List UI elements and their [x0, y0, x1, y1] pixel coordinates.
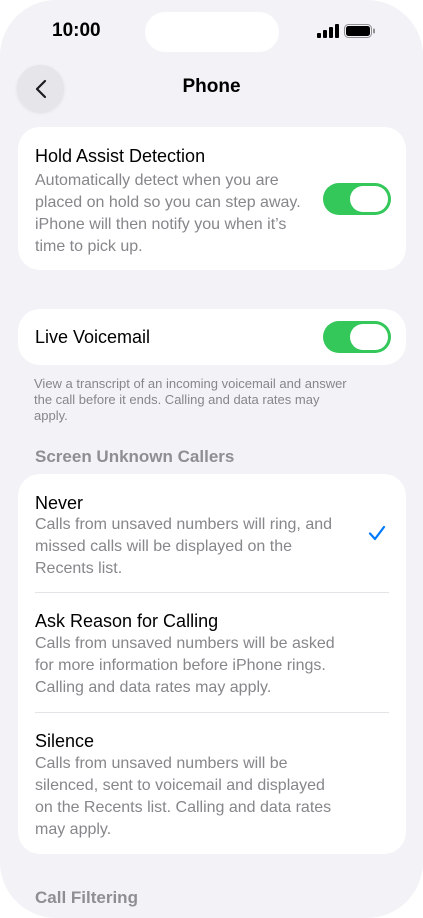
hold-assist-description: Automatically detect when you are placed… [35, 172, 301, 255]
screen-unknown-callers-card: Never Calls from unsaved numbers will ri… [18, 474, 406, 854]
hold-assist-card: Hold Assist Detection Automatically dete… [18, 127, 406, 270]
live-voicemail-card: Live Voicemail [18, 309, 406, 365]
option-never[interactable]: Never Calls from unsaved numbers will ri… [18, 474, 406, 592]
live-voicemail-footnote: View a transcript of an incoming voicema… [34, 376, 347, 423]
option-description: Calls from unsaved numbers will be silen… [35, 755, 332, 838]
cellular-signal-icon [317, 24, 339, 38]
hold-assist-toggle[interactable] [323, 183, 391, 215]
option-ask-reason[interactable]: Ask Reason for Calling Calls from unsave… [18, 593, 406, 712]
hold-assist-title: Hold Assist Detection [35, 146, 206, 166]
option-title: Never [35, 493, 84, 513]
option-title: Ask Reason for Calling [35, 611, 219, 631]
page-title: Phone [182, 76, 241, 97]
call-filtering-header: Call Filtering [35, 888, 138, 907]
battery-icon [344, 24, 375, 38]
dynamic-island [145, 12, 279, 52]
live-voicemail-toggle[interactable] [323, 321, 391, 353]
status-time: 10:00 [52, 20, 101, 41]
toggle-knob [350, 186, 388, 212]
option-title: Silence [35, 731, 95, 751]
phone-settings-screen: 10:00 Phone Hold Assist Detection Automa… [0, 0, 423, 918]
option-description: Calls from unsaved numbers will be asked… [35, 635, 335, 696]
checkmark-icon [368, 525, 386, 541]
toggle-knob [350, 324, 388, 350]
live-voicemail-title: Live Voicemail [35, 327, 151, 347]
option-silence[interactable]: Silence Calls from unsaved numbers will … [18, 713, 406, 854]
screen-unknown-callers-header: Screen Unknown Callers [35, 447, 235, 466]
option-description: Calls from unsaved numbers will ring, an… [35, 516, 333, 577]
